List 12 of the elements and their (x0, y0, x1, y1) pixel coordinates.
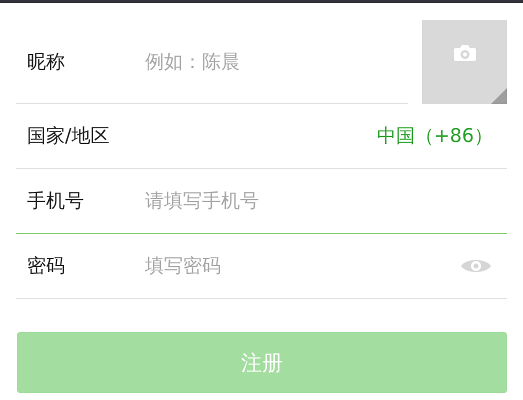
corner-mark-icon (491, 88, 507, 104)
password-field[interactable]: 填写密码 (145, 255, 461, 277)
country-code-link[interactable]: 中国（+86） (376, 123, 493, 149)
avatar-button[interactable] (422, 20, 507, 104)
field-label: 国家/地区 (26, 124, 110, 149)
input-field[interactable]: 请填写手机号 (145, 190, 507, 212)
field-label: 手机号 (26, 189, 85, 214)
camera-icon (454, 45, 476, 61)
field-label: 昵称 (26, 50, 66, 74)
input-field[interactable]: 例如：陈晨 (145, 50, 408, 72)
eye-icon[interactable] (461, 257, 491, 275)
field-label: 密码 (26, 254, 66, 279)
